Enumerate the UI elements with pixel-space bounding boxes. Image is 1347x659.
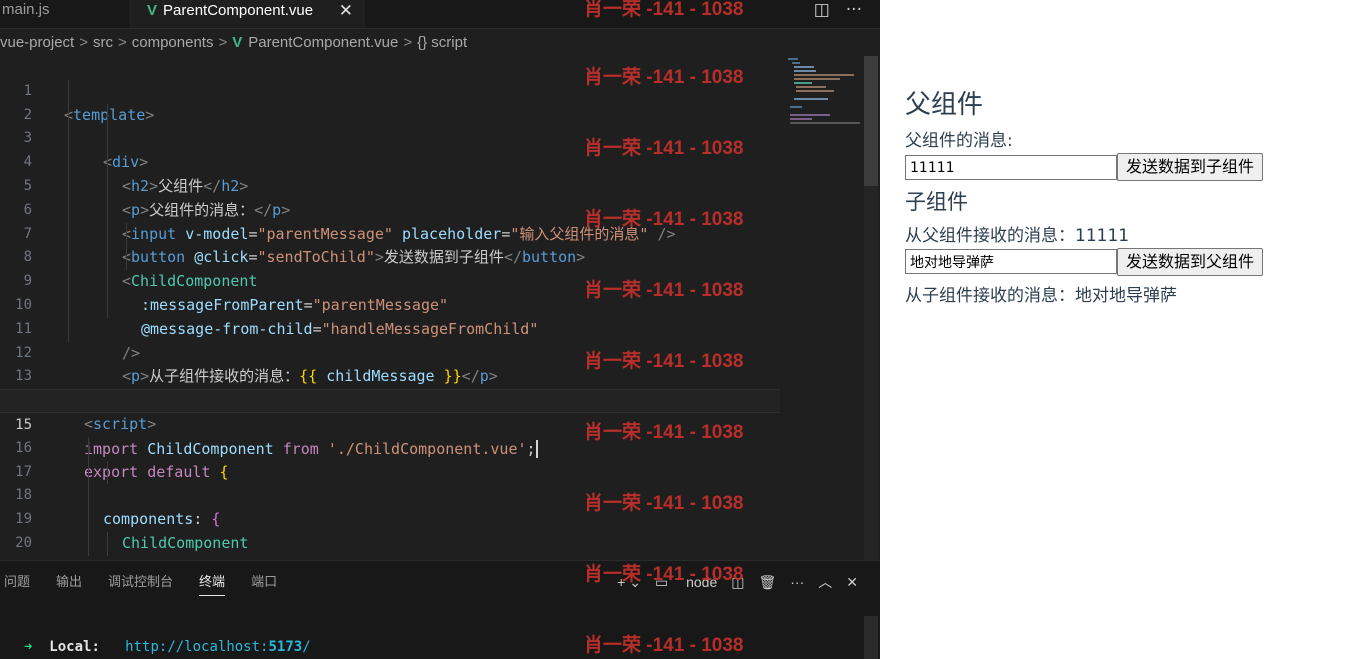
maximize-panel-icon[interactable]: ︿ [818,574,832,590]
bottom-panel: 问题 输出 调试控制台 终端 端口 + ⌄ ▭ node ◫ 🗑 ··· ︿ ✕ ➜ Local: … [0,560,880,659]
code-text: }, [103,556,121,559]
vue-file-icon: V [147,2,158,19]
arrow-icon: ➜ [24,639,33,655]
watermark: 肖一荣 -141 - 1038 [584,422,744,443]
tab-parent-component[interactable]: V ParentComponent.vue ✕ [129,0,365,28]
terminal-output: ➜ Local: http://localhost:5173/ [24,639,311,655]
panel-tabs: 问题 输出 调试控制台 终端 端口 [4,569,303,596]
code-line: 21 return { [0,531,780,558]
chevron-right-icon: > [117,34,127,51]
parent-heading: 父组件 [905,90,984,120]
trash-icon[interactable]: 🗑 [758,574,776,590]
editor-scrollbar[interactable] [864,56,878,560]
editor-actions: ◫ ··· [798,0,862,28]
chevron-right-icon: > [218,34,228,51]
code-line: 6 <button @click="sendToChild">发送数据到子组件<… [0,174,780,266]
browser-preview: 父组件 父组件的消息: 发送数据到子组件 子组件 从父组件接收的消息：11111… [880,0,1347,659]
close-panel-icon[interactable]: ✕ [846,574,858,590]
watermark: 肖一荣 -141 - 1038 [584,493,744,514]
code-area[interactable]: 1 <template> 2 <div> 3 <h2>父组件</h2> 4 <p… [0,56,780,558]
code-line: 18 ChildComponent [0,460,780,552]
tab-label: main.js [2,1,50,18]
panel-scrollbar[interactable] [864,616,878,659]
more-actions-icon[interactable]: ··· [790,574,804,590]
tab-ports[interactable]: 端口 [251,569,277,595]
breadcrumb-symbol[interactable]: {} script [417,34,467,51]
breadcrumb-components[interactable]: components [132,34,214,51]
close-icon[interactable]: ✕ [339,1,353,21]
received-from-child-text: 从子组件接收的消息：地对地导弹萨 [905,286,1177,306]
scrollbar-thumb[interactable] [864,56,878,186]
parent-message-input[interactable] [905,155,1117,180]
send-to-child-button[interactable]: 发送数据到子组件 [1117,153,1264,181]
watermark: 肖一荣 -141 - 1038 [584,564,744,585]
split-editor-icon[interactable]: ◫ [814,0,830,20]
watermark: 肖一荣 -141 - 1038 [584,635,744,656]
more-actions-icon[interactable]: ··· [846,0,862,20]
received-from-parent-text: 从父组件接收的消息：11111 [905,226,1130,246]
terminal-local-label: Local: [49,639,100,655]
terminal-url[interactable]: http://localhost:5173/ [125,639,310,655]
tab-terminal[interactable]: 终端 [199,569,226,596]
tab-debug-console[interactable]: 调试控制台 [108,569,173,595]
watermark: 肖一荣 -141 - 1038 [584,351,744,372]
vue-file-icon: V [232,34,243,51]
tab-label: ParentComponent.vue [163,2,314,19]
tab-output[interactable]: 输出 [56,569,82,595]
tab-problems[interactable]: 问题 [4,569,30,595]
breadcrumb-src[interactable]: src [93,34,113,51]
tab-main-js[interactable]: main.js [0,0,128,28]
breadcrumb-project[interactable]: vue-project [0,34,74,51]
chevron-right-icon: > [403,34,413,51]
code-line: 12 </div> [0,317,780,409]
child-heading: 子组件 [905,190,968,214]
child-message-input[interactable] [905,249,1117,274]
parent-message-label: 父组件的消息: [905,131,1013,151]
watermark: 肖一荣 -141 - 1038 [584,0,744,20]
code-line-current: 15 import ChildComponent from './ChildCo… [0,389,780,459]
watermark: 肖一荣 -141 - 1038 [584,280,744,301]
minimap[interactable] [784,56,862,126]
watermark: 肖一荣 -141 - 1038 [584,67,744,88]
chevron-right-icon: > [79,34,88,51]
send-to-parent-button[interactable]: 发送数据到父组件 [1117,248,1264,276]
code-editor: main.js V ParentComponent.vue ✕ ◫ ··· vue-… [0,0,880,659]
breadcrumb: vue-project > src > components > V ParentCompon… [0,32,467,54]
watermark: 肖一荣 -141 - 1038 [584,138,744,159]
code-line: 9 @message-from-child="handleMessageFrom… [0,246,780,338]
watermark: 肖一荣 -141 - 1038 [584,209,744,230]
line-number: 21 [0,556,32,558]
code-line: 3 <h2>父组件</h2> [0,103,780,195]
breadcrumb-file[interactable]: ParentComponent.vue [248,34,398,51]
editor-tab-bar: main.js V ParentComponent.vue ✕ ◫ ··· [0,0,880,29]
